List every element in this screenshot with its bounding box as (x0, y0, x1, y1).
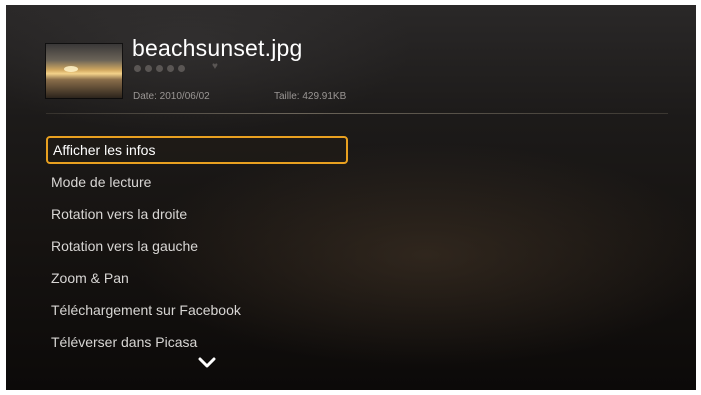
menu-item-facebook-upload[interactable]: Téléchargement sur Facebook (46, 296, 366, 328)
rating-star-icon (178, 65, 185, 72)
menu-item-afficher-les-infos[interactable]: Afficher les infos (46, 136, 348, 164)
options-menu: Afficher les infos Mode de lecture Rotat… (46, 136, 366, 360)
header-divider (46, 113, 668, 114)
rating-star-icon (134, 65, 141, 72)
heart-icon: ♥ (212, 61, 218, 72)
file-name: beachsunset.jpg (132, 35, 303, 61)
menu-item-rotation-droite[interactable]: Rotation vers la droite (46, 200, 366, 232)
file-size: Taille: 429.91KB (274, 91, 347, 102)
rating-stars (134, 65, 185, 72)
sun-highlight (64, 66, 78, 72)
photo-thumbnail (46, 44, 122, 98)
menu-item-zoom-pan[interactable]: Zoom & Pan (46, 264, 366, 296)
menu-item-rotation-gauche[interactable]: Rotation vers la gauche (46, 232, 366, 264)
rating-star-icon (156, 65, 163, 72)
chevron-down-icon[interactable] (198, 356, 216, 370)
menu-item-mode-de-lecture[interactable]: Mode de lecture (46, 168, 366, 200)
tv-screen: beachsunset.jpg ♥ Date: 2010/06/02 Taill… (6, 5, 696, 390)
rating-star-icon (167, 65, 174, 72)
rating-star-icon (145, 65, 152, 72)
file-date: Date: 2010/06/02 (133, 91, 210, 102)
